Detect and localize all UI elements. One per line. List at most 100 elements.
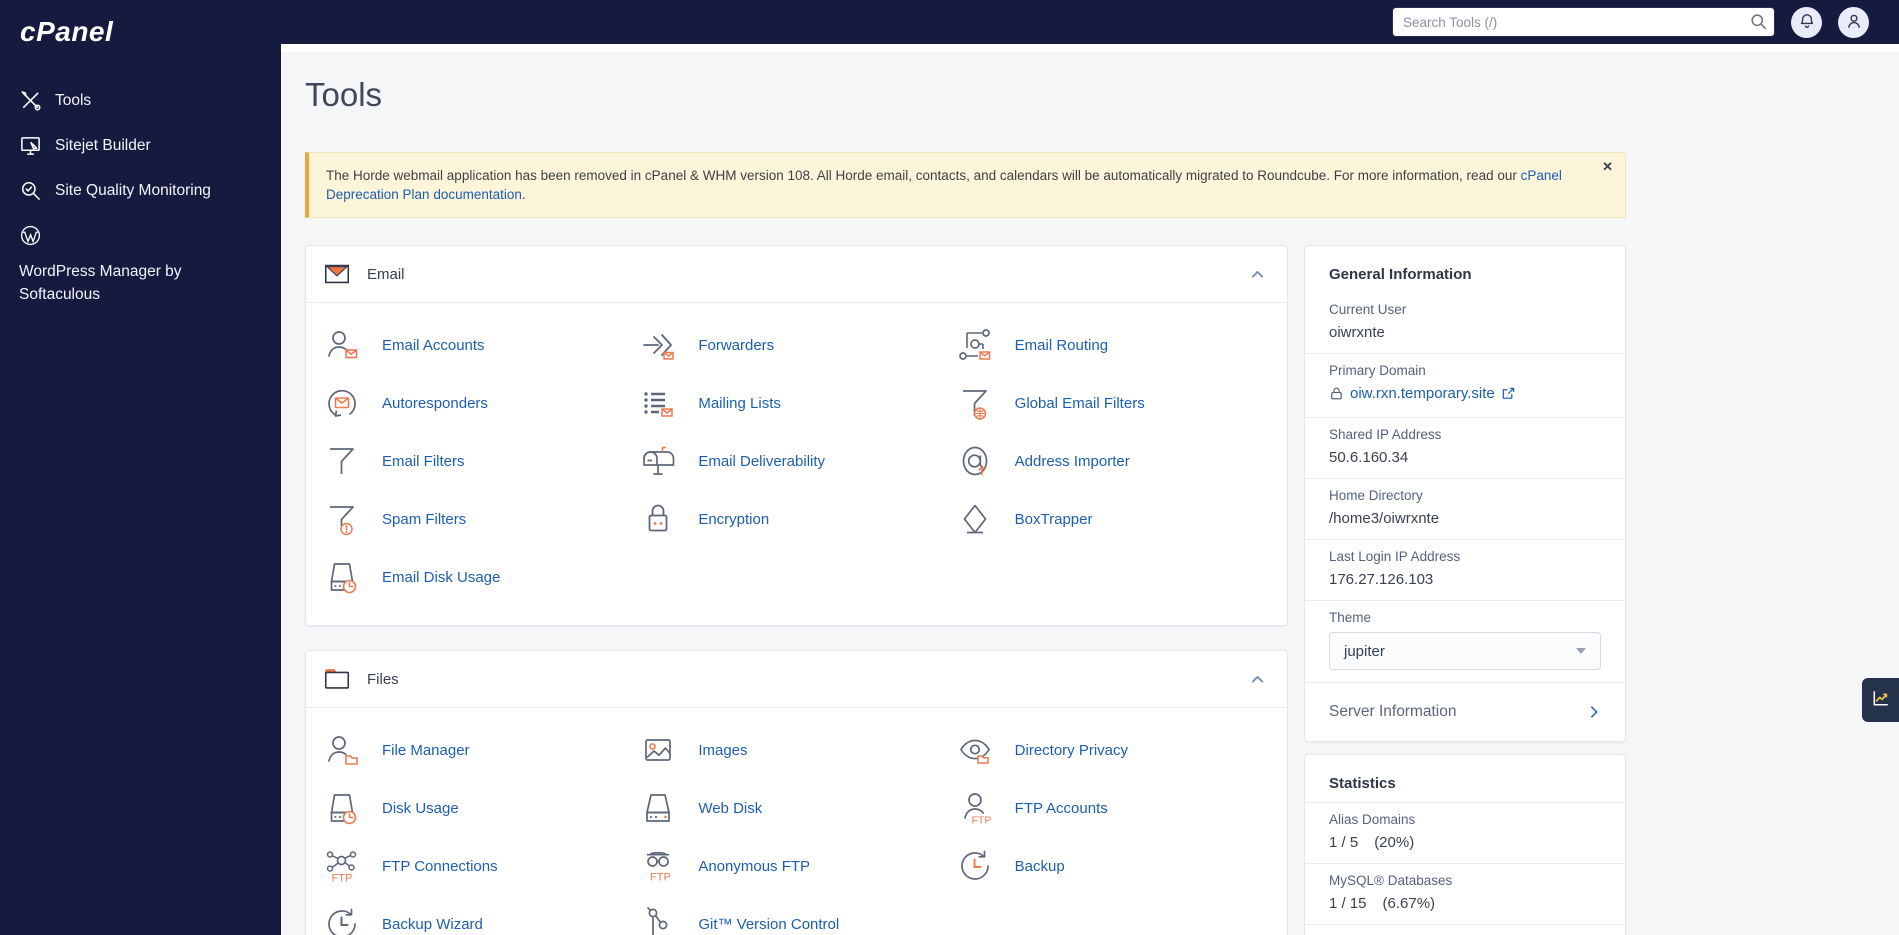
info-row-theme: Theme jupiter — [1305, 600, 1625, 682]
sidebar-item-label: Site Quality Monitoring — [55, 179, 211, 202]
user-icon — [1845, 12, 1863, 33]
email-accounts-link[interactable]: Email Accounts — [322, 321, 638, 369]
email-section-card: Email Email Accounts Forwarders Email Routi… — [305, 245, 1288, 626]
ftp-connections-link[interactable]: FTPFTP Connections — [322, 842, 638, 890]
git-version-control-icon — [638, 904, 678, 935]
forwarders-link[interactable]: Forwarders — [638, 321, 954, 369]
search-box — [1392, 7, 1775, 37]
tool-item-label: Spam Filters — [382, 511, 466, 528]
sidebar-item-site-quality-monitoring[interactable]: Site Quality Monitoring — [0, 168, 281, 213]
chevron-up-icon[interactable] — [1250, 267, 1265, 282]
notifications-button[interactable] — [1791, 7, 1822, 38]
images-icon — [638, 730, 678, 770]
stat-value: 1 / 5(20%) — [1329, 834, 1601, 851]
backup-wizard-link[interactable]: Backup Wizard — [322, 900, 638, 935]
tool-item-label: Forwarders — [698, 337, 774, 354]
ftp-accounts-icon: FTP — [955, 788, 995, 828]
mailing-lists-link[interactable]: Mailing Lists — [638, 379, 954, 427]
search-input[interactable] — [1392, 7, 1775, 37]
web-disk-icon — [638, 788, 678, 828]
cpanel-logo[interactable]: cPanel — [0, 0, 281, 48]
chevron-up-icon[interactable] — [1250, 672, 1265, 687]
email-filters-icon — [322, 441, 362, 481]
ftp-accounts-link[interactable]: FTP FTP Accounts — [955, 784, 1271, 832]
anonymous-ftp-icon: FTP — [638, 846, 678, 886]
search-icon — [1750, 13, 1767, 30]
general-information-card: General Information Current Useroiwrxnte… — [1304, 245, 1626, 742]
disk-usage-link[interactable]: Disk Usage — [322, 784, 638, 832]
address-importer-link[interactable]: Address Importer — [955, 437, 1271, 485]
stat-percent: (6.67%) — [1383, 895, 1436, 912]
sidebar-item-label: Tools — [55, 89, 91, 112]
tool-item-label: FTP Accounts — [1015, 800, 1108, 817]
email-deliverability-link[interactable]: Email Deliverability — [638, 437, 954, 485]
info-value: /home3/oiwrxnte — [1329, 510, 1601, 527]
notice-banner: ✕ The Horde webmail application has been… — [305, 152, 1626, 218]
server-information-link[interactable]: Server Information — [1305, 682, 1625, 741]
backup-link[interactable]: Backup — [955, 842, 1271, 890]
sidebar-item-tools[interactable]: Tools — [0, 78, 281, 123]
stat-value: 1 / 15 (6.67%) — [1329, 895, 1601, 912]
stat-usage: 1 / 15 — [1329, 895, 1367, 912]
stat-row-alias-domains: Alias Domains1 / 5(20%) — [1305, 802, 1625, 863]
web-disk-link[interactable]: Web Disk — [638, 784, 954, 832]
encryption-icon — [638, 499, 678, 539]
info-label: Theme — [1329, 610, 1601, 625]
encryption-link[interactable]: Encryption — [638, 495, 954, 543]
tool-item-label: Encryption — [698, 511, 769, 528]
directory-privacy-link[interactable]: Directory Privacy — [955, 726, 1271, 774]
mailing-lists-icon — [638, 383, 678, 423]
sidebar-item-sitejet-builder[interactable]: Sitejet Builder — [0, 123, 281, 168]
boxtrapper-link[interactable]: BoxTrapper — [955, 495, 1271, 543]
email-section-title: Email — [367, 266, 405, 283]
address-importer-icon — [955, 441, 995, 481]
email-disk-usage-link[interactable]: Email Disk Usage — [322, 553, 638, 601]
global-email-filters-link[interactable]: Global Email Filters — [955, 379, 1271, 427]
statistics-card: Statistics Alias Domains1 / 5(20%)MySQL®… — [1304, 754, 1626, 935]
primary-domain-link[interactable]: oiw.rxn.temporary.site — [1329, 385, 1516, 402]
stat-percent: (20%) — [1374, 834, 1414, 851]
info-row-home-directory: Home Directory/home3/oiwrxnte — [1305, 478, 1625, 539]
forwarders-icon — [638, 325, 678, 365]
sidebar-item-wordpress-manager-by-softaculous[interactable]: WordPress Manager by Softaculous — [0, 213, 281, 317]
primary-domain-text: oiw.rxn.temporary.site — [1350, 385, 1495, 402]
email-section-header[interactable]: Email — [306, 246, 1287, 303]
svg-text:FTP: FTP — [650, 872, 671, 884]
email-accounts-icon — [322, 325, 362, 365]
sidebar: cPanel Tools Sitejet Builder Site Quality … — [0, 0, 281, 935]
spam-filters-link[interactable]: Spam Filters — [322, 495, 638, 543]
tool-item-label: Images — [698, 742, 747, 759]
global-email-filters-icon — [955, 383, 995, 423]
tool-item-label: Autoresponders — [382, 395, 488, 412]
autoresponders-link[interactable]: Autoresponders — [322, 379, 638, 427]
email-items-grid: Email Accounts Forwarders Email Routing Aut… — [306, 303, 1287, 625]
email-filters-link[interactable]: Email Filters — [322, 437, 638, 485]
disk-usage-icon — [322, 788, 362, 828]
info-value: oiw.rxn.temporary.site — [1329, 385, 1601, 405]
close-icon[interactable]: ✕ — [1602, 159, 1613, 175]
account-button[interactable] — [1838, 7, 1869, 38]
email-routing-link[interactable]: Email Routing — [955, 321, 1271, 369]
sidebar-item-label: Sitejet Builder — [55, 134, 151, 157]
anonymous-ftp-link[interactable]: FTPAnonymous FTP — [638, 842, 954, 890]
info-row-last-login-ip-address: Last Login IP Address176.27.126.103 — [1305, 539, 1625, 600]
info-value: oiwrxnte — [1329, 324, 1601, 341]
email-deliverability-icon — [638, 441, 678, 481]
info-value: 176.27.126.103 — [1329, 571, 1601, 588]
files-section-title: Files — [367, 671, 399, 688]
svg-text:FTP: FTP — [332, 873, 353, 885]
bell-icon — [1798, 12, 1816, 33]
files-section-header[interactable]: Files — [306, 651, 1287, 708]
git-version-control-link[interactable]: Git™ Version Control — [638, 900, 954, 935]
images-link[interactable]: Images — [638, 726, 954, 774]
tool-item-label: Address Importer — [1015, 453, 1130, 470]
email-section-icon — [322, 259, 352, 289]
analytics-flyout-button[interactable] — [1862, 678, 1899, 722]
wordpress-icon — [19, 224, 42, 247]
theme-select[interactable]: jupiter — [1329, 632, 1601, 670]
tool-item-label: Email Deliverability — [698, 453, 825, 470]
info-row-current-user: Current Useroiwrxnte — [1305, 293, 1625, 353]
page-title: Tools — [305, 76, 1875, 114]
file-manager-link[interactable]: File Manager — [322, 726, 638, 774]
general-information-title: General Information — [1305, 246, 1625, 293]
